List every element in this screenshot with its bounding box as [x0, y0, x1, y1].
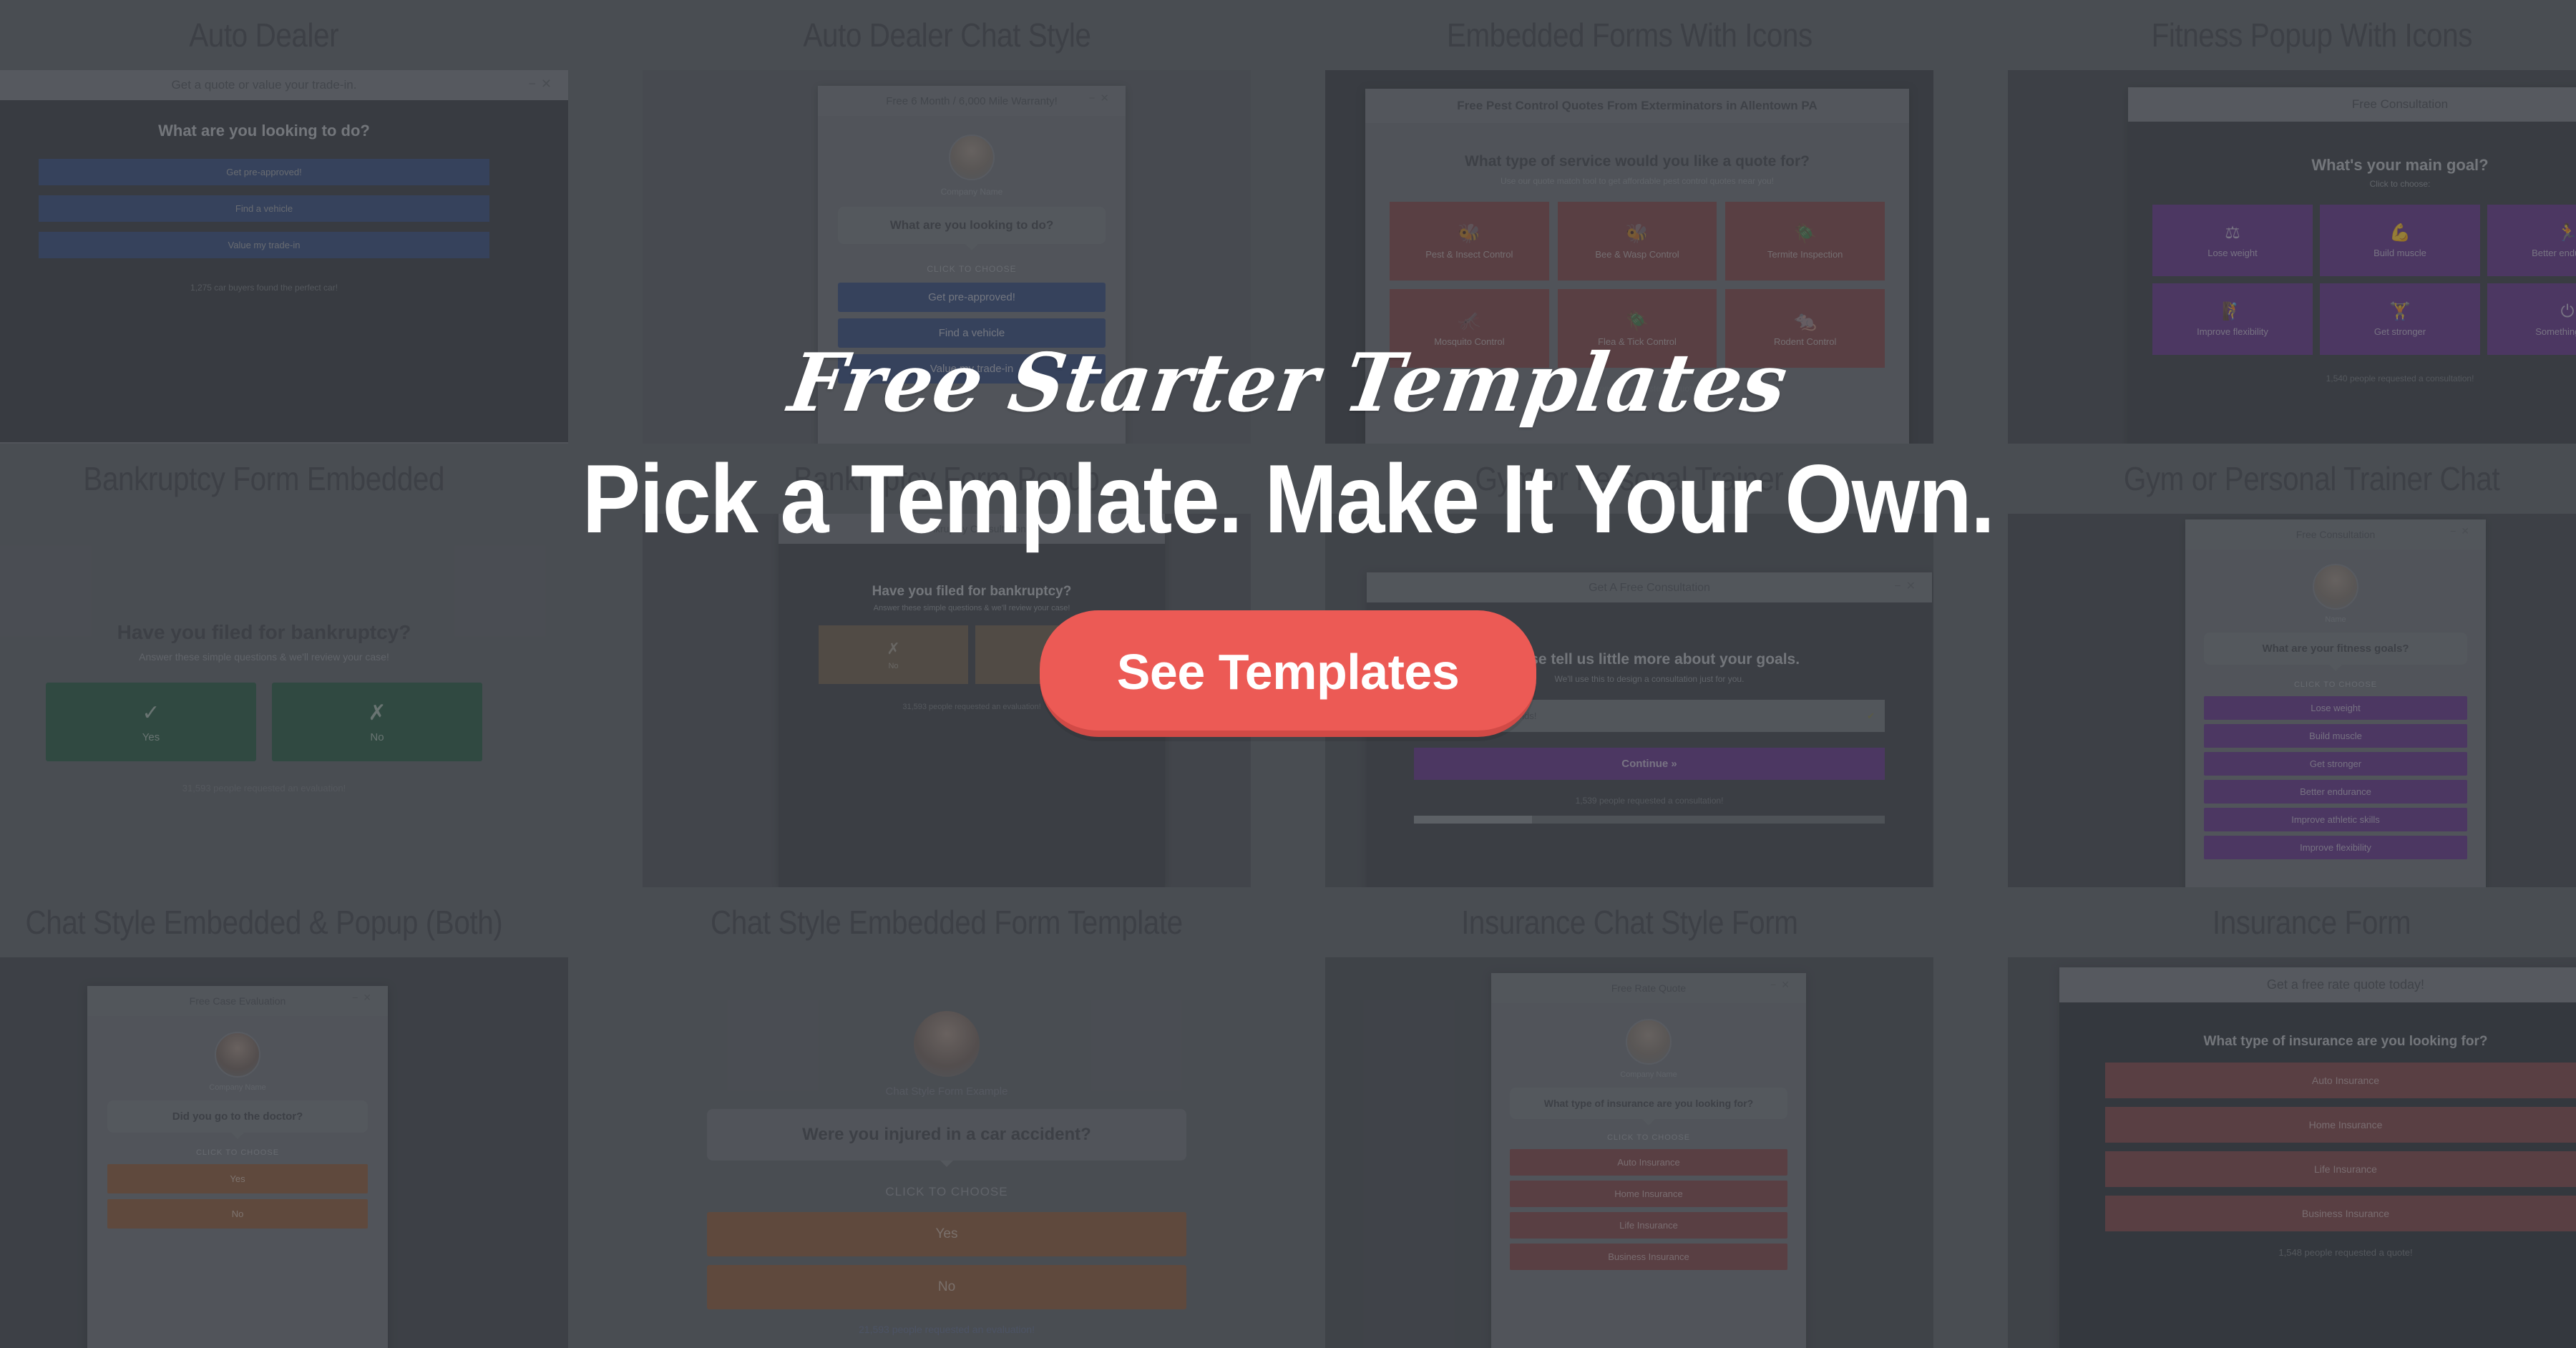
- script-subtitle: Free Starter Templates: [782, 336, 1794, 430]
- hero-overlay: Free Starter Templates Pick a Template. …: [0, 0, 2576, 1348]
- page-headline: Pick a Template. Make It Your Own.: [582, 444, 1995, 553]
- see-templates-button[interactable]: See Templates: [1039, 610, 1537, 737]
